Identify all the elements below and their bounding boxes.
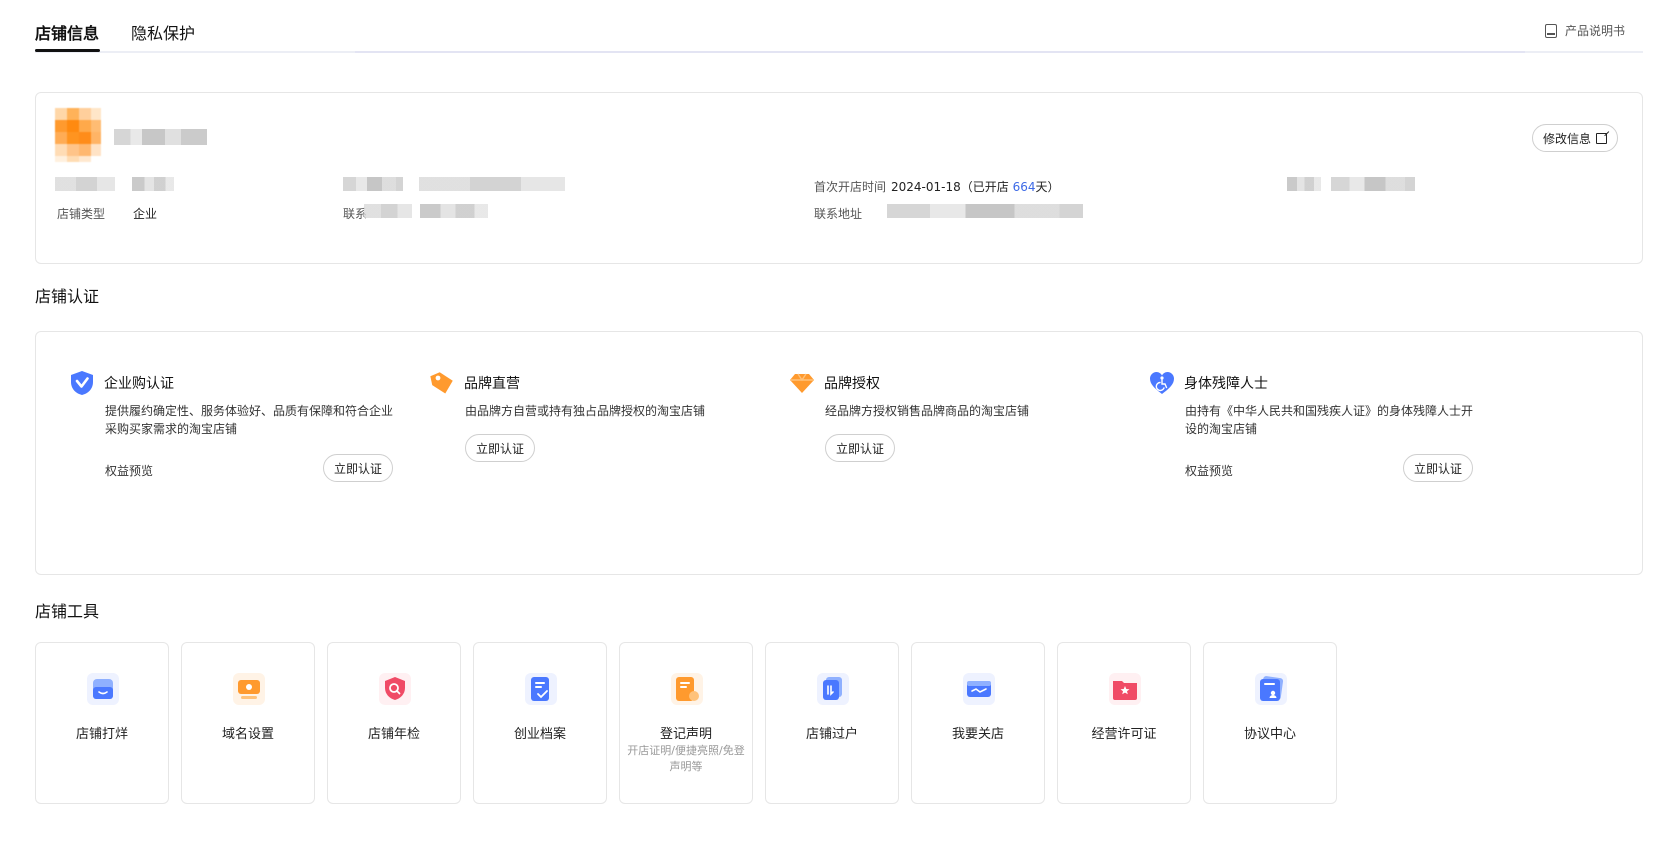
redacted-value	[132, 177, 174, 191]
cert-enterprise: 企业购认证 提供履约确定性、服务体验好、品质有保障和符合企业采购买家需求的淘宝店…	[68, 368, 408, 484]
archive-icon	[525, 673, 557, 705]
tool-label: 店铺年检	[367, 727, 420, 742]
address-label: 联系地址	[814, 207, 863, 221]
tool-annual-check[interactable]: 店铺年检	[327, 642, 461, 804]
rights-preview-link[interactable]: 权益预览	[105, 462, 153, 479]
tool-label: 店铺过户	[805, 727, 858, 742]
redacted-label	[1287, 177, 1321, 191]
shop-name-redacted	[114, 129, 207, 145]
store-close-icon	[87, 673, 119, 705]
cert-brand-authorized: 品牌授权 经品牌方授权销售品牌商品的淘宝店铺 立即认证	[788, 368, 1128, 464]
document-icon	[671, 673, 703, 705]
tool-close-store[interactable]: 我要关店	[911, 642, 1045, 804]
shield-search-icon	[379, 673, 411, 705]
edit-info-label: 修改信息	[1542, 131, 1591, 146]
shield-check-icon	[71, 371, 93, 395]
certification-card: 企业购认证 提供履约确定性、服务体验好、品质有保障和符合企业采购买家需求的淘宝店…	[35, 331, 1643, 575]
certify-now-button[interactable]: 立即认证	[323, 454, 394, 482]
certify-now-button[interactable]: 立即认证	[825, 434, 896, 462]
tool-label: 我要关店	[951, 727, 1004, 742]
tool-license[interactable]: 经营许可证	[1057, 642, 1191, 804]
active-tab-indicator	[35, 49, 100, 52]
open-time-value: 2024-01-18（已开店 664天）	[891, 180, 1060, 194]
redacted-value	[419, 177, 565, 191]
shop-info-card: 修改信息 首次开店时间 2024-01-18（已开店 664天） 店铺类型 企业…	[35, 92, 1643, 264]
external-link-icon	[1596, 132, 1607, 144]
certify-now-button[interactable]: 立即认证	[1403, 454, 1474, 482]
cert-brand-authorized-desc: 经品牌方授权销售品牌商品的淘宝店铺	[825, 404, 1030, 418]
tab-privacy[interactable]: 隐私保护	[131, 20, 195, 44]
transfer-icon	[817, 673, 849, 705]
tool-store-close[interactable]: 店铺打烊	[35, 642, 169, 804]
tab-shop-info[interactable]: 店铺信息	[35, 20, 99, 44]
agreement-icon	[1255, 673, 1287, 705]
redacted-label	[343, 177, 403, 191]
tool-label: 域名设置	[221, 727, 274, 742]
tool-label: 协议中心	[1243, 727, 1296, 742]
tool-domain[interactable]: 域名设置	[181, 642, 315, 804]
open-time-label: 首次开店时间	[814, 180, 887, 194]
tool-label: 经营许可证	[1091, 727, 1157, 742]
redacted-contact	[364, 204, 412, 218]
tab-bar: 店铺信息 隐私保护 产品说明书	[35, 0, 1643, 56]
product-manual-label: 产品说明书	[1564, 24, 1625, 38]
tool-archive[interactable]: 创业档案	[473, 642, 607, 804]
tools-grid: 店铺打烊 域名设置 店铺年检 创业档案 登记声明 开店证明/便捷亮照/免登声明等…	[35, 642, 1337, 804]
redacted-value	[1331, 177, 1415, 191]
cert-brand-direct: 品牌直营 由品牌方自营或持有独占品牌授权的淘宝店铺 立即认证	[428, 368, 768, 464]
edit-info-button[interactable]: 修改信息	[1531, 124, 1618, 152]
tool-agreement[interactable]: 协议中心	[1203, 642, 1337, 804]
product-manual-link[interactable]: 产品说明书	[1544, 22, 1625, 39]
license-icon	[1109, 673, 1141, 705]
redacted-label	[55, 177, 115, 191]
tag-icon	[430, 372, 453, 394]
rights-preview-link[interactable]: 权益预览	[1185, 462, 1233, 479]
close-store-icon	[963, 673, 995, 705]
certify-now-button[interactable]: 立即认证	[465, 434, 536, 462]
shop-avatar	[55, 108, 101, 162]
tool-registration[interactable]: 登记声明 开店证明/便捷亮照/免登声明等	[619, 642, 753, 804]
tab-divider	[35, 51, 1643, 53]
cert-disability-title: 身体残障人士	[1184, 376, 1268, 392]
cert-brand-direct-desc: 由品牌方自营或持有独占品牌授权的淘宝店铺	[465, 404, 706, 418]
cert-brand-authorized-title: 品牌授权	[824, 376, 880, 392]
cert-enterprise-desc: 提供履约确定性、服务体验好、品质有保障和符合企业采购买家需求的淘宝店铺	[105, 404, 394, 436]
tool-label: 创业档案	[513, 727, 566, 742]
cert-disability: 身体残障人士 由持有《中华人民共和国残疾人证》的身体残障人士开设的淘宝店铺 权益…	[1148, 368, 1488, 484]
tool-transfer[interactable]: 店铺过户	[765, 642, 899, 804]
cert-disability-desc: 由持有《中华人民共和国残疾人证》的身体残障人士开设的淘宝店铺	[1185, 404, 1474, 436]
redacted-address	[887, 204, 1083, 218]
shop-type-value: 企业	[133, 207, 158, 221]
shop-type-label: 店铺类型	[57, 207, 106, 221]
heart-accessibility-icon	[1150, 372, 1174, 394]
tools-title: 店铺工具	[35, 602, 100, 621]
tool-label: 店铺打烊	[75, 727, 128, 742]
certification-title: 店铺认证	[35, 287, 100, 306]
redacted-contact-value	[420, 204, 488, 218]
tool-label: 登记声明	[659, 727, 712, 742]
diamond-icon	[790, 373, 814, 393]
tool-sublabel: 开店证明/便捷亮照/免登声明等	[627, 744, 745, 773]
book-icon	[1544, 23, 1557, 38]
domain-icon	[233, 673, 265, 705]
cert-enterprise-title: 企业购认证	[104, 376, 174, 392]
cert-brand-direct-title: 品牌直营	[464, 376, 520, 392]
